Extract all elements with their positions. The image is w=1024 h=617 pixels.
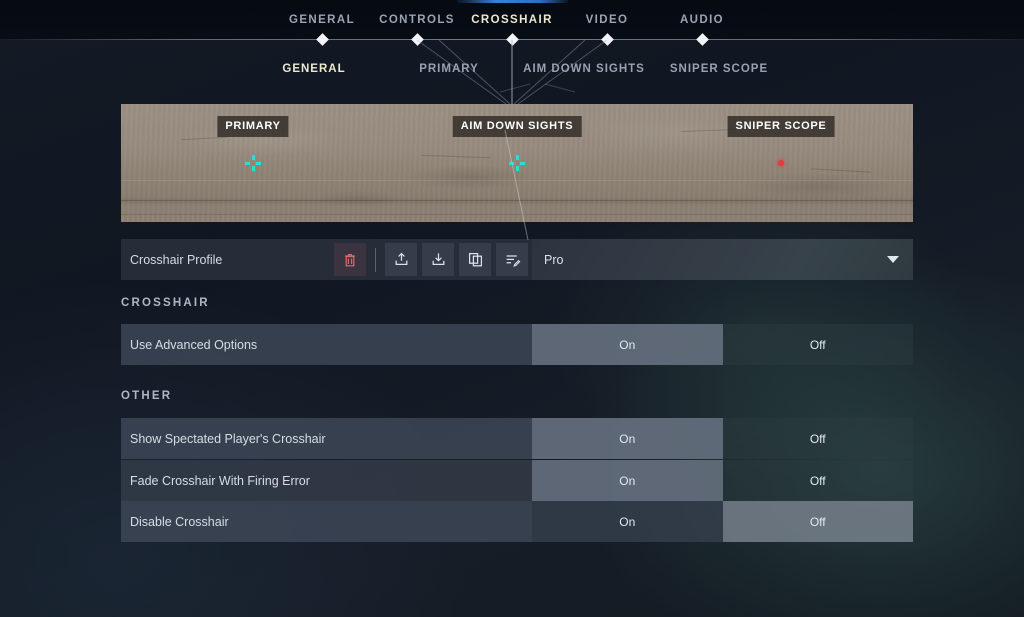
sniper-scope-crosshair — [773, 155, 789, 171]
import-profile-button[interactable] — [422, 243, 454, 276]
toggle-off-option[interactable]: Off — [722, 418, 913, 459]
settings-screen: GENERAL CONTROLS CROSSHAIR VIDEO AUDIO GENER… — [0, 0, 1024, 617]
preview-label-primary[interactable]: PRIMARY — [217, 116, 289, 137]
primary-crosshair — [245, 155, 261, 171]
subtab-sniper-scope[interactable]: SNIPER SCOPE — [670, 63, 768, 75]
toggle-on-option[interactable]: On — [532, 418, 723, 459]
icon-separator — [375, 247, 376, 272]
download-icon — [430, 251, 447, 268]
tab-audio[interactable]: AUDIO — [655, 14, 750, 26]
toggle-on-option[interactable]: On — [532, 460, 723, 501]
toggle-off-option[interactable]: Off — [722, 460, 913, 501]
crosshair-bar — [515, 155, 519, 160]
tab-crosshair[interactable]: CROSSHAIR — [465, 14, 560, 26]
aim-down-sights-crosshair — [509, 155, 525, 171]
setting-label: Show Spectated Player's Crosshair — [121, 418, 532, 459]
subtab-primary[interactable]: PRIMARY — [419, 63, 479, 75]
profile-dropdown[interactable]: Pro — [532, 239, 913, 280]
tab-general[interactable]: GENERAL — [275, 14, 370, 26]
tab-controls[interactable]: CONTROLS — [370, 14, 465, 26]
toggle-on-option[interactable]: On — [532, 501, 723, 542]
profile-action-bar — [334, 243, 528, 276]
export-profile-button[interactable] — [385, 243, 417, 276]
setting-row: Use Advanced Options On Off — [121, 324, 913, 365]
crosshair-bar — [520, 161, 525, 165]
crosshair-dot — [778, 160, 784, 166]
profile-label-block: Crosshair Profile — [121, 239, 532, 280]
preview-label-sniper-scope[interactable]: SNIPER SCOPE — [727, 116, 835, 137]
subtab-general[interactable]: GENERAL — [282, 63, 345, 75]
setting-row: Show Spectated Player's Crosshair On Off — [121, 418, 913, 459]
wall-seam — [121, 200, 913, 201]
trash-icon — [342, 252, 358, 268]
crosshair-bar — [251, 166, 255, 171]
setting-row: Disable Crosshair On Off — [121, 501, 913, 542]
subtab-aim-down-sights[interactable]: AIM DOWN SIGHTS — [523, 63, 645, 75]
setting-label: Disable Crosshair — [121, 501, 532, 542]
setting-label: Fade Crosshair With Firing Error — [121, 460, 532, 501]
copy-icon — [467, 251, 484, 268]
crosshair-bar — [515, 166, 519, 171]
crosshair-bar — [251, 155, 255, 160]
chevron-down-icon — [887, 256, 899, 263]
rename-icon — [504, 251, 521, 268]
preview-label-aim-down-sights[interactable]: AIM DOWN SIGHTS — [452, 116, 582, 137]
toggle-off-option[interactable]: Off — [722, 324, 913, 365]
crosshair-bar — [256, 161, 261, 165]
crosshair-bar — [245, 161, 250, 165]
toggle-off-option[interactable]: Off — [722, 501, 913, 542]
section-title-crosshair: CROSSHAIR — [121, 297, 210, 309]
section-title-other: OTHER — [121, 390, 173, 402]
wall-seam — [121, 180, 913, 181]
rename-profile-button[interactable] — [496, 243, 528, 276]
crosshair-bar — [509, 161, 514, 165]
sub-tab-list: GENERAL PRIMARY AIM DOWN SIGHTS SNIPER SCOP… — [0, 63, 1024, 83]
copy-profile-button[interactable] — [459, 243, 491, 276]
wall-seam — [121, 214, 913, 215]
setting-row: Fade Crosshair With Firing Error On Off — [121, 460, 913, 501]
tab-video[interactable]: VIDEO — [560, 14, 655, 26]
setting-label: Use Advanced Options — [121, 324, 532, 365]
profile-dropdown-value: Pro — [544, 252, 564, 267]
crosshair-profile-row: Crosshair Profile Pro — [121, 239, 913, 280]
profile-label: Crosshair Profile — [130, 252, 223, 267]
delete-profile-button[interactable] — [334, 243, 366, 276]
upload-icon — [393, 251, 410, 268]
toggle-on-option[interactable]: On — [532, 324, 723, 365]
